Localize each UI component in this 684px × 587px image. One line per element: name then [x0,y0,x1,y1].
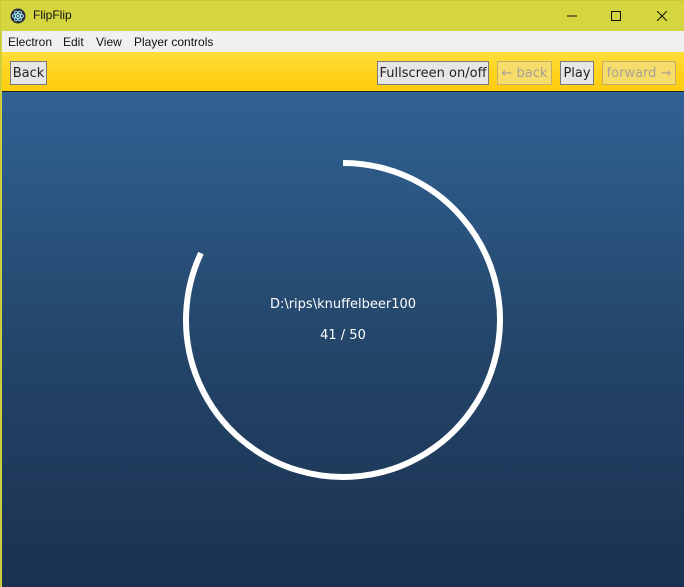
menu-bar: Electron Edit View Player controls [2,31,684,52]
fullscreen-toggle-button[interactable]: Fullscreen on/off [377,61,489,85]
progress-arc [183,160,503,480]
maximize-button[interactable] [593,1,639,31]
play-button[interactable]: Play [560,61,594,85]
back-button[interactable]: Back [10,61,47,85]
title-bar[interactable]: FlipFlip [1,1,684,31]
maximize-icon [611,11,621,21]
app-window: FlipFlip Electron Edit View Player contr… [0,0,684,587]
menu-electron[interactable]: Electron [8,35,52,49]
minimize-button[interactable] [549,1,595,31]
menu-edit[interactable]: Edit [63,35,84,49]
source-path: D:\rips\knuffelbeer100 [269,297,417,312]
player-stage[interactable]: D:\rips\knuffelbeer100 41 / 50 [2,92,684,587]
history-back-button[interactable]: ← back [497,61,552,85]
electron-atom-icon [10,8,26,24]
window-title: FlipFlip [33,8,72,22]
menu-player-controls[interactable]: Player controls [134,35,213,49]
menu-view[interactable]: View [96,35,122,49]
close-icon [657,11,667,21]
minimize-icon [567,15,577,17]
history-forward-button[interactable]: forward → [602,61,676,85]
progress-counter: 41 / 50 [320,328,366,343]
player-toolbar: Back Fullscreen on/off ← back Play forwa… [2,52,684,92]
close-button[interactable] [639,1,684,31]
